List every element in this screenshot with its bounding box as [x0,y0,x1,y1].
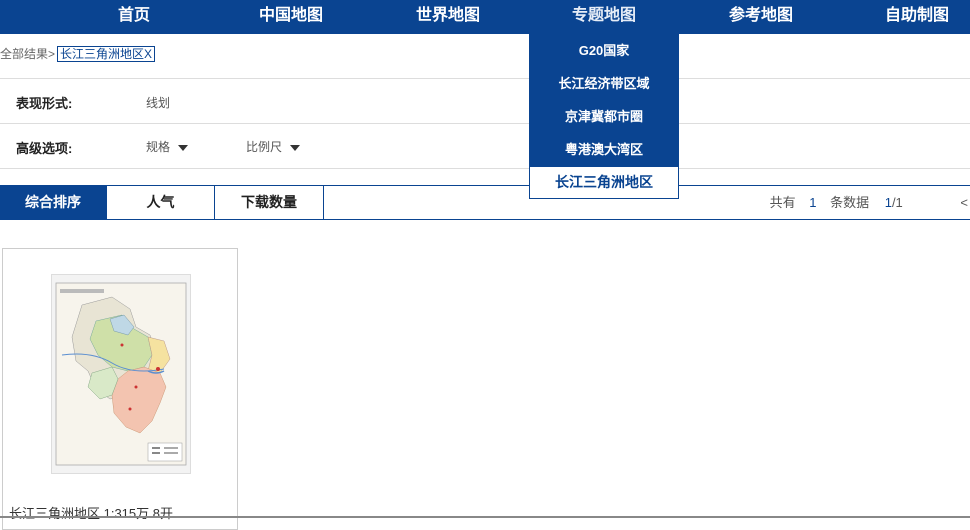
breadcrumb: 全部结果> 长江三角洲地区X [0,45,156,62]
pager-prev-button[interactable]: < [960,195,968,210]
chevron-down-icon [290,144,301,151]
nav-china-map[interactable]: 中国地图 [259,0,323,34]
map-thumbnail[interactable] [51,274,191,474]
dropdown-item-jingjinji[interactable]: 京津冀都市圈 [529,100,679,133]
top-nav: 首页 中国地图 世界地图 专题地图 参考地图 自助制图 [0,0,970,34]
spec-select-label: 规格 [146,140,171,154]
scale-select-label: 比例尺 [246,140,283,154]
result-card[interactable]: 长江三角洲地区 1:315万 8开 [2,248,238,530]
nav-reference-map[interactable]: 参考地图 [729,0,793,34]
scale-select[interactable]: 比例尺 [246,138,301,155]
result-title[interactable]: 长江三角洲地区 1:315万 8开 [9,503,173,522]
nav-thematic-map[interactable]: 专题地图 [572,0,636,34]
dropdown-item-yangtze-delta[interactable]: 长江三角洲地区 [529,166,679,199]
pager-total-prefix: 共有 [769,195,796,210]
pager-total-suffix: 条数据 [830,195,870,210]
thematic-map-dropdown: G20国家 长江经济带区域 京津冀都市圈 粤港澳大湾区 长江三角洲地区 [529,34,679,199]
dropdown-item-greater-bay-area[interactable]: 粤港澳大湾区 [529,133,679,166]
dropdown-item-yangtze-economic-belt[interactable]: 长江经济带区域 [529,67,679,100]
breadcrumb-all-results[interactable]: 全部结果> [0,47,55,61]
pager: 共有 1 条数据 1/1 < [770,186,970,219]
nav-world-map[interactable]: 世界地图 [416,0,480,34]
sort-bar: 综合排序 人气 下载数量 共有 1 条数据 1/1 < [0,185,970,220]
pager-current: 1 [884,195,892,210]
divider [0,168,970,169]
sort-tab-comprehensive[interactable]: 综合排序 [0,186,107,219]
divider [0,78,970,79]
nav-home[interactable]: 首页 [118,0,150,34]
breadcrumb-filter-tag[interactable]: 长江三角洲地区X [57,46,156,62]
sort-tab-downloads[interactable]: 下载数量 [215,186,324,219]
pager-total-pages: /1 [891,195,903,210]
spec-select[interactable]: 规格 [146,138,189,155]
form-filter-value[interactable]: 线划 [146,94,170,111]
form-filter-label: 表现形式: [16,96,73,111]
pager-total: 1 [809,195,817,210]
chevron-down-icon [178,144,189,151]
divider [0,123,970,124]
sort-tab-popularity[interactable]: 人气 [107,186,215,219]
map-thumbnail-graphic [55,282,187,466]
nav-custom-map[interactable]: 自助制图 [885,0,949,34]
dropdown-item-g20[interactable]: G20国家 [529,34,679,67]
advanced-options-label: 高级选项: [16,141,73,156]
